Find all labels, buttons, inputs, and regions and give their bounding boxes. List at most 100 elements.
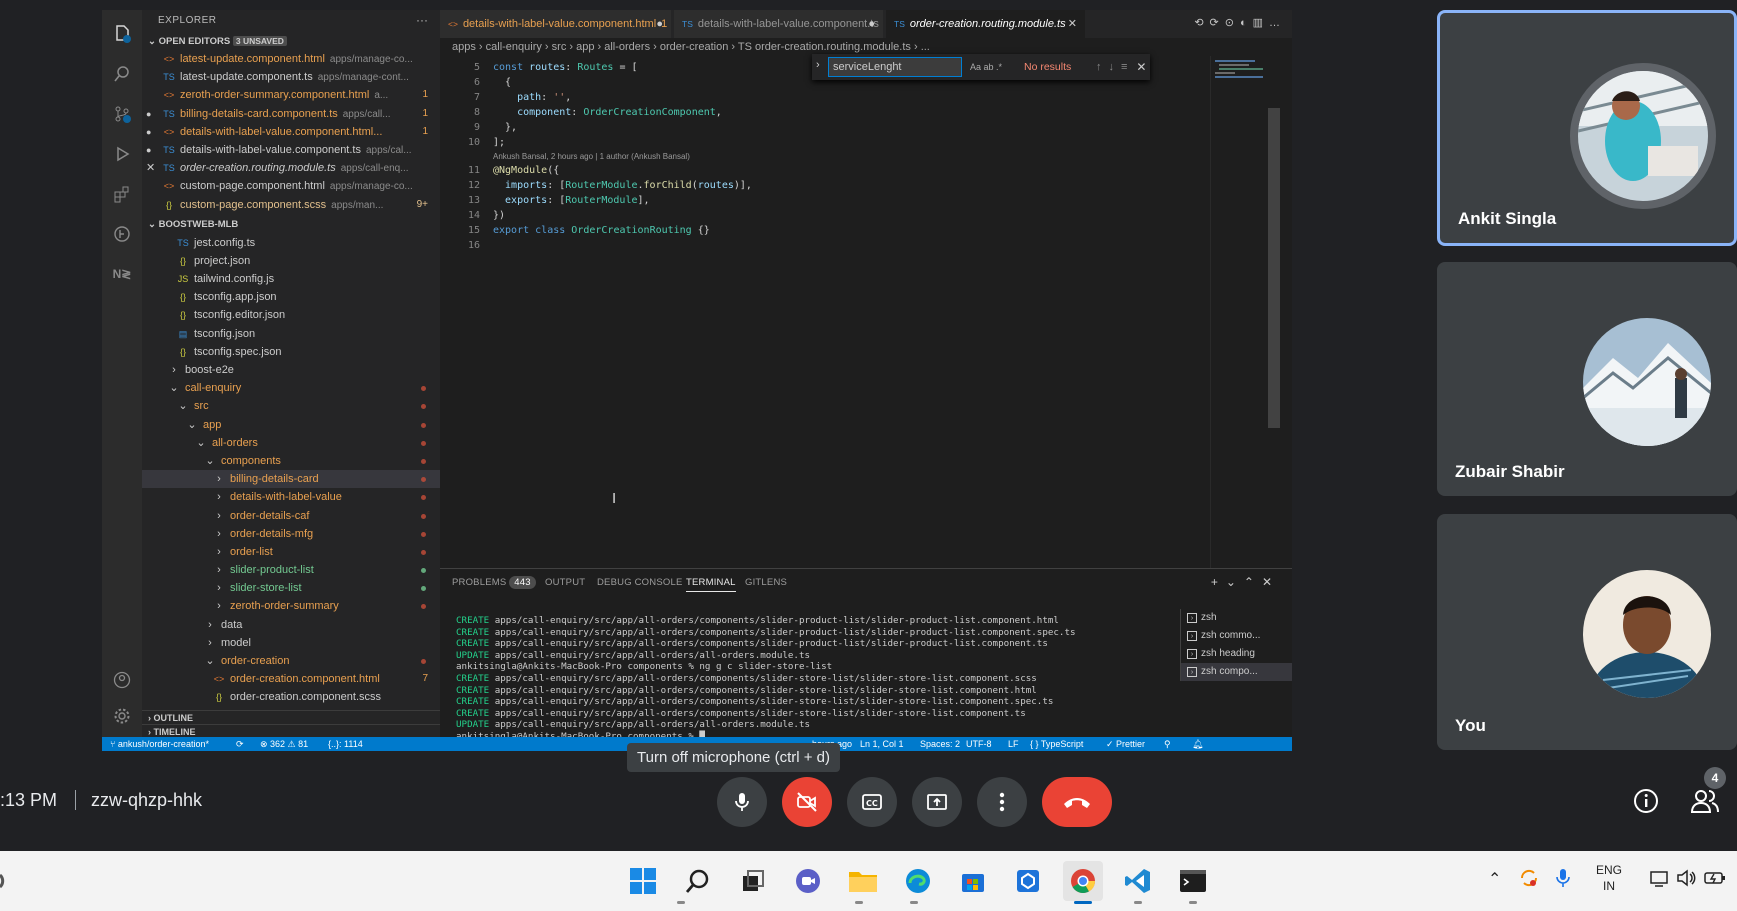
terminal-instance[interactable]: › zsh compo... <box>1181 663 1292 681</box>
open-editor-item[interactable]: TS latest-update.component.ts apps/manage-… <box>142 68 440 86</box>
participant-tile-you[interactable]: You <box>1437 514 1737 750</box>
language-indicator[interactable]: ENG IN <box>1596 862 1622 894</box>
panel-actions[interactable]: +⌄⌃✕ <box>1211 575 1280 589</box>
open-editor-item[interactable]: ✕ TS order-creation.routing.module.ts apps/… <box>142 159 440 177</box>
tree-item[interactable]: › order-details-caf <box>142 507 440 525</box>
open-editors-header[interactable]: ⌄ OPEN EDITORS 3 UNSAVED <box>142 32 440 50</box>
tree-item[interactable]: › data <box>142 616 440 634</box>
tree-item[interactable]: <> order-creation.component.html 7 <box>142 670 440 688</box>
more-options-button[interactable] <box>977 777 1027 827</box>
indentation[interactable]: Spaces: 2 <box>920 737 960 751</box>
taskbar-search-icon[interactable] <box>678 861 718 901</box>
sync-tray-icon[interactable] <box>1518 867 1540 894</box>
tree-item[interactable]: {} tsconfig.spec.json <box>142 343 440 361</box>
tree-item[interactable]: ⌄ call-enquiry <box>142 379 440 397</box>
cursor-position[interactable]: Ln 1, Col 1 <box>860 737 904 751</box>
tab-gitlens[interactable]: GITLENS <box>745 577 787 588</box>
meeting-info-icon[interactable] <box>1633 788 1659 819</box>
people-icon[interactable] <box>1690 788 1720 819</box>
tree-item[interactable]: › order-list <box>142 543 440 561</box>
tree-item[interactable]: › slider-store-list <box>142 579 440 597</box>
tree-item[interactable]: ⌄ src <box>142 397 440 415</box>
editor-tab[interactable]: <> details-with-label-value.component.htm… <box>440 10 672 38</box>
close-tab-icon[interactable]: ✕ <box>1068 10 1077 38</box>
timeline-header[interactable]: › TIMELINE <box>142 724 440 737</box>
git-branch[interactable]: ⑂ ankush/order-creation* <box>110 737 209 751</box>
tree-item[interactable]: › order-details-mfg <box>142 525 440 543</box>
editor-tab[interactable]: TS details-with-label-value.component.ts ● <box>674 10 884 38</box>
terminal-output[interactable]: CREATE apps/call-enquiry/src/app/all-ord… <box>456 615 1116 743</box>
meeting-code[interactable]: zzw-qhzp-hhk <box>91 790 202 811</box>
present-screen-button[interactable] <box>912 777 962 827</box>
tree-item[interactable]: ⌄ components <box>142 452 440 470</box>
company-portal-icon[interactable] <box>1008 861 1048 901</box>
editor-scrollbar[interactable] <box>1268 108 1280 428</box>
participant-tile-zubair[interactable]: Zubair Shabir <box>1437 262 1737 496</box>
more-actions-icon[interactable]: ··· <box>416 13 428 27</box>
network-icon[interactable] <box>1648 867 1670 894</box>
extensions-icon[interactable] <box>102 176 142 212</box>
tree-item[interactable]: › boost-e2e <box>142 361 440 379</box>
open-editor-item[interactable]: ● <> details-with-label-value.component.ht… <box>142 123 440 141</box>
tree-item[interactable]: › billing-details-card <box>142 470 440 489</box>
tree-item[interactable]: {} project.json <box>142 252 440 270</box>
prettier-status[interactable]: ✓ Prettier <box>1106 737 1145 751</box>
tab-terminal[interactable]: TERMINAL <box>686 577 736 592</box>
explorer-icon[interactable] <box>102 16 142 52</box>
terminal-instance[interactable]: › zsh <box>1181 609 1292 627</box>
widget-edge-icon[interactable] <box>0 861 14 901</box>
tree-item[interactable]: › model <box>142 634 440 652</box>
tree-item[interactable]: {} tsconfig.editor.json <box>142 306 440 324</box>
battery-icon[interactable] <box>1703 867 1727 894</box>
show-hidden-icons[interactable]: ⌃ <box>1488 869 1501 889</box>
nx-console-icon[interactable]: N≷ <box>102 256 142 292</box>
tree-item[interactable]: ⌄ app <box>142 416 440 434</box>
tree-item[interactable]: {} order-creation.component.scss <box>142 688 440 706</box>
modified-dot-icon[interactable]: ● <box>656 10 663 38</box>
find-input[interactable]: serviceLenght <box>828 57 962 77</box>
tree-item[interactable]: JS tailwind.config.js <box>142 270 440 288</box>
camera-off-button[interactable] <box>782 777 832 827</box>
find-options[interactable]: Aa ab .* <box>970 62 1024 72</box>
notifications-bell-icon[interactable]: 🔔︎ <box>1192 737 1203 751</box>
microphone-button[interactable] <box>717 777 767 827</box>
tab-output[interactable]: OUTPUT <box>545 577 585 588</box>
teams-chat-icon[interactable] <box>788 861 828 901</box>
tree-item[interactable]: ⌄ all-orders <box>142 434 440 452</box>
tree-item[interactable]: TS jest.config.ts <box>142 234 440 252</box>
microsoft-store-icon[interactable] <box>953 861 993 901</box>
volume-icon[interactable] <box>1675 867 1697 894</box>
participant-tile-ankit[interactable]: Ankit Singla <box>1437 10 1737 246</box>
tree-item[interactable]: › zeroth-order-summary <box>142 597 440 615</box>
tree-item[interactable]: ▤ tsconfig.json <box>142 325 440 343</box>
open-editor-item[interactable]: {} custom-page.component.scss apps/man... 9… <box>142 196 440 214</box>
open-editor-item[interactable]: <> custom-page.component.html apps/manage-… <box>142 177 440 195</box>
tree-item[interactable]: › slider-product-list <box>142 561 440 579</box>
open-editor-item[interactable]: <> latest-update.component.html apps/manag… <box>142 50 440 68</box>
settings-gear-icon[interactable] <box>102 698 142 734</box>
open-editor-item[interactable]: ● TS billing-details-card.component.ts apps… <box>142 105 440 123</box>
sync-icon[interactable]: ⟳ <box>236 737 244 751</box>
open-editor-item[interactable]: <> zeroth-order-summary.component.html a..… <box>142 86 440 104</box>
language-mode[interactable]: { } TypeScript <box>1030 737 1083 751</box>
live-share-icon[interactable]: ⚲ <box>1164 737 1171 751</box>
chrome-browser-icon[interactable] <box>1063 861 1103 901</box>
toggle-replace-icon[interactable]: › <box>816 59 820 71</box>
workspace-header[interactable]: ⌄ BOOSTWEB-MLB <box>142 216 440 234</box>
leave-call-button[interactable] <box>1042 777 1112 827</box>
terminal-instance[interactable]: › zsh heading <box>1181 645 1292 663</box>
source-control-icon[interactable] <box>102 96 142 132</box>
find-nav-icons[interactable]: ↑↓≡ <box>1096 61 1134 73</box>
close-find-icon[interactable]: ✕ <box>1136 60 1146 74</box>
problems-status[interactable]: ⊗ 362 ⚠ 81 <box>260 737 308 751</box>
terminal-icon[interactable] <box>1173 861 1213 901</box>
editor-tab[interactable]: TS order-creation.routing.module.ts ✕ <box>886 10 1086 38</box>
edge-browser-icon[interactable] <box>898 861 938 901</box>
code-view[interactable]: 5 const routes: Routes = [6 {7 path: '', 8… <box>440 60 1200 253</box>
encoding[interactable]: UTF-8 <box>966 737 992 751</box>
vscode-icon[interactable] <box>1118 861 1158 901</box>
tree-item[interactable]: {} tsconfig.app.json <box>142 288 440 306</box>
outline-header[interactable]: › OUTLINE <box>142 710 440 724</box>
open-editor-item[interactable]: ● TS details-with-label-value.component.ts… <box>142 141 440 159</box>
close-icon[interactable]: ✕ <box>146 159 155 177</box>
